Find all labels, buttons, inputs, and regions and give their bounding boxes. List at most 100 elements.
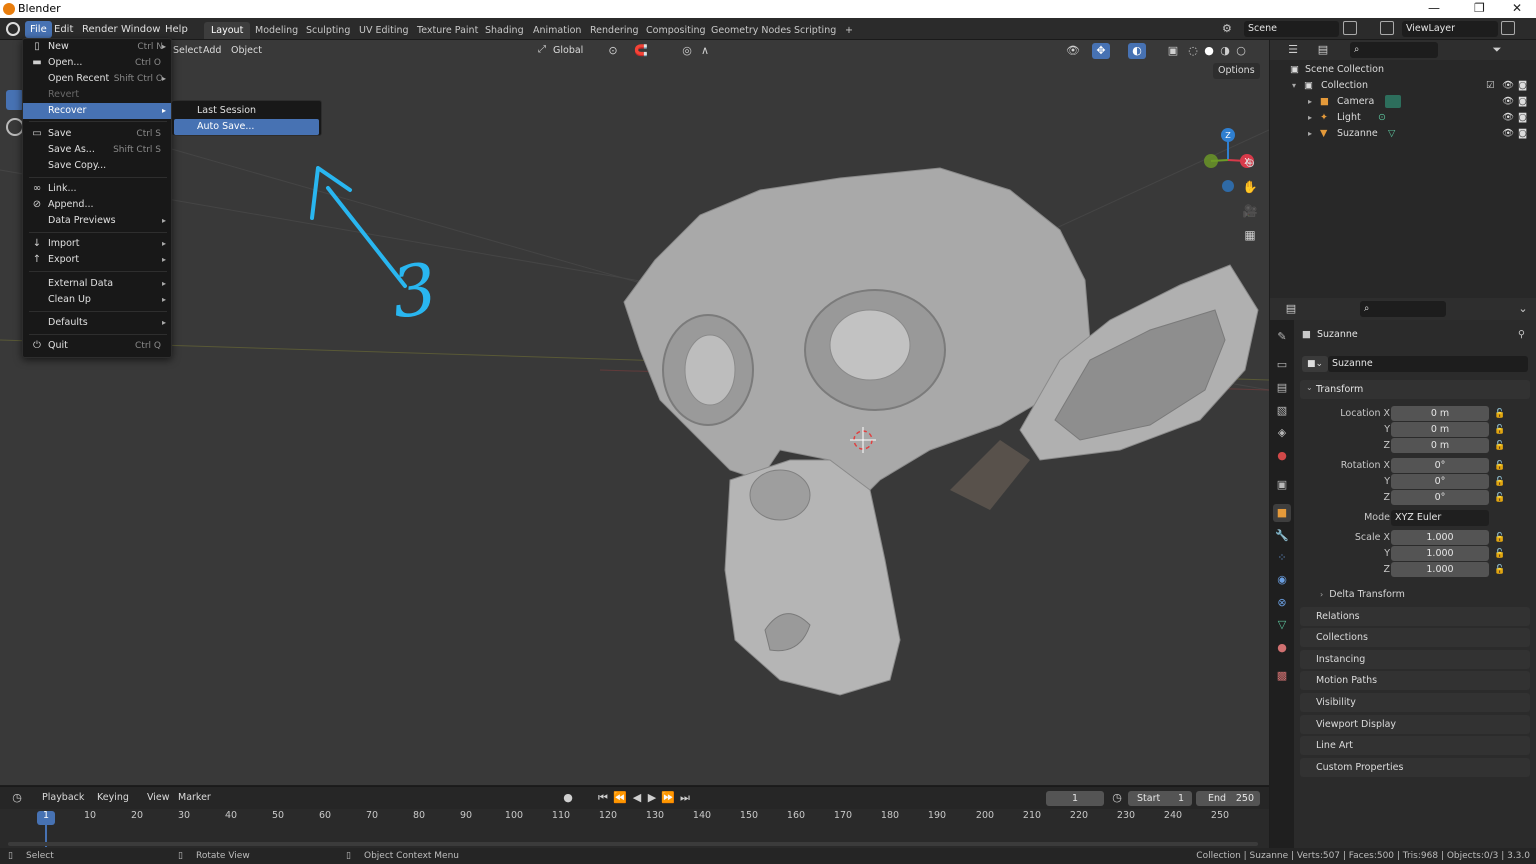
rotation-x-field[interactable]: 0° (1391, 458, 1489, 473)
gizmo-icon[interactable]: ✥ (1092, 43, 1110, 59)
material-tab-icon[interactable]: ● (1273, 639, 1291, 657)
modifier-tab-icon[interactable]: 🔧 (1273, 527, 1291, 545)
delta-transform-subpanel[interactable]: › Delta Transform (1320, 587, 1405, 603)
file-menu-external-data[interactable]: External Data ▸ (23, 276, 171, 292)
rendered-shading-icon[interactable]: ○ (1232, 43, 1250, 59)
next-keyframe-icon[interactable]: ⏩ (659, 790, 677, 806)
transform-panel-header[interactable]: Transform (1300, 380, 1530, 399)
chevron-down-icon[interactable]: ⌄ (1514, 301, 1532, 317)
panel-relations[interactable]: Relations (1300, 607, 1530, 626)
rotation-y-field[interactable]: 0° (1391, 474, 1489, 489)
current-frame-field[interactable]: 1 (1046, 791, 1104, 806)
location-z-field[interactable]: 0 m (1391, 438, 1489, 453)
new-view-layer-icon[interactable] (1501, 21, 1515, 35)
camera-data-icon[interactable] (1385, 95, 1401, 108)
properties-search-input[interactable]: ⌕ (1360, 301, 1446, 317)
camera-render-icon[interactable]: ◙ (1518, 78, 1527, 94)
camera-render-icon[interactable]: ◙ (1518, 110, 1527, 126)
scene-field[interactable]: Scene (1244, 21, 1339, 37)
panel-motion-paths[interactable]: Motion Paths (1300, 671, 1530, 690)
object-dropdown[interactable]: ■⌄ (1302, 356, 1328, 372)
outliner-scene-collection[interactable]: ▣ Scene Collection (1270, 62, 1536, 78)
lock-icon[interactable]: 🔓 🔓 🔓 (1494, 530, 1505, 578)
view-layer-icon[interactable] (1380, 21, 1394, 35)
menu-file[interactable]: File (25, 21, 52, 38)
display-mode-icon[interactable]: ▤ (1314, 42, 1332, 58)
playback-menu[interactable]: Playback (37, 790, 89, 806)
panel-collections[interactable]: Collections (1300, 628, 1530, 647)
file-menu-data-previews[interactable]: Data Previews ▸ (23, 213, 171, 229)
view-layer-tab-icon[interactable]: ▧ (1273, 402, 1291, 420)
jump-start-icon[interactable]: ⏮ (594, 790, 612, 806)
preview-range-icon[interactable]: ◷ (1108, 790, 1126, 806)
collection-tab-icon[interactable]: ▣ (1273, 476, 1291, 494)
scene-icon[interactable]: ⚙ (1222, 22, 1232, 35)
outliner-camera[interactable]: ▸ ■ Camera 👁 ◙ (1270, 94, 1536, 110)
file-menu-link[interactable]: ∞ Link... (23, 181, 171, 197)
mesh-data-icon[interactable]: ▽ (1388, 126, 1395, 142)
file-menu-save-copy[interactable]: Save Copy... (23, 158, 171, 174)
editor-type-icon[interactable]: ▤ (1282, 301, 1300, 317)
tab-compositing[interactable]: Compositing (639, 22, 713, 39)
light-data-icon[interactable]: ⊙ (1378, 110, 1386, 126)
pan-hand-icon[interactable]: ✋ (1241, 179, 1259, 195)
location-x-field[interactable]: 0 m (1391, 406, 1489, 421)
eye-icon[interactable]: 👁 (1502, 126, 1514, 142)
file-menu-save[interactable]: ▭ Save Ctrl S (23, 126, 171, 142)
lock-icon[interactable]: 🔓 🔓 🔓 (1494, 458, 1505, 506)
overlay-icon[interactable]: ◐ (1128, 43, 1146, 59)
tab-animation[interactable]: Animation (526, 22, 588, 39)
tab-texture-paint[interactable]: Texture Paint (410, 22, 485, 39)
scale-y-field[interactable]: 1.000 (1391, 546, 1489, 561)
tab-geometry-nodes[interactable]: Geometry Nodes (704, 22, 798, 39)
file-menu-new[interactable]: ▯ New Ctrl N ▸ (23, 39, 171, 55)
file-menu-import[interactable]: ↓ Import ▸ (23, 236, 171, 252)
file-menu-recover[interactable]: Recover ▸ (23, 103, 171, 119)
particles-tab-icon[interactable]: ⁘ (1273, 549, 1291, 567)
file-menu-defaults[interactable]: Defaults ▸ (23, 315, 171, 331)
options-dropdown[interactable]: Options (1213, 63, 1260, 79)
add-workspace-button[interactable]: + (838, 22, 860, 39)
restore-icon[interactable]: ❐ (1474, 1, 1485, 15)
panel-line-art[interactable]: Line Art (1300, 736, 1530, 755)
file-menu-append[interactable]: ⊘ Append... (23, 197, 171, 213)
file-menu-quit[interactable]: ⏻ Quit Ctrl Q (23, 338, 171, 354)
visibility-icon[interactable]: 👁 (1064, 43, 1082, 59)
scale-z-field[interactable]: 1.000 (1391, 562, 1489, 577)
eye-icon[interactable]: 👁 (1502, 110, 1514, 126)
end-frame-field[interactable]: End 250 (1196, 791, 1260, 806)
recover-last-session[interactable]: Last Session (172, 103, 321, 119)
view-layer-field[interactable]: ViewLayer (1402, 21, 1498, 37)
orientation-dropdown[interactable]: Global (548, 43, 588, 59)
texture-tab-icon[interactable]: ▩ (1273, 667, 1291, 685)
tab-uv-editing[interactable]: UV Editing (352, 22, 416, 39)
xray-icon[interactable]: ▣ (1164, 43, 1182, 59)
viewport-add-menu[interactable]: Add (198, 43, 226, 59)
perspective-grid-icon[interactable]: ▦ (1241, 227, 1259, 243)
zoom-icon[interactable]: ⊕ (1241, 155, 1259, 171)
location-y-field[interactable]: 0 m (1391, 422, 1489, 437)
tool-tab-icon[interactable]: ✎ (1273, 328, 1291, 346)
object-tab-icon[interactable]: ■ (1273, 504, 1291, 522)
outliner-suzanne[interactable]: ▸ ▼ Suzanne ▽ 👁 ◙ (1270, 126, 1536, 142)
constraints-tab-icon[interactable]: ⊗ (1273, 594, 1291, 612)
camera-view-icon[interactable]: 🎥 (1241, 203, 1259, 219)
start-frame-field[interactable]: Start 1 (1128, 791, 1192, 806)
3d-viewport[interactable]: Z X 3 Select Add Object ⤢ Global ⊙ 🧲 ◎ ∧… (0, 40, 1269, 785)
rotation-mode-dropdown[interactable]: XYZ Euler (1391, 510, 1489, 526)
blender-menu-icon[interactable] (6, 22, 20, 36)
snap-icon[interactable]: 🧲 (632, 43, 650, 59)
record-icon[interactable]: ● (559, 790, 577, 806)
menu-window[interactable]: Window (116, 21, 165, 38)
data-tab-icon[interactable]: ▽ (1273, 616, 1291, 634)
prev-keyframe-icon[interactable]: ⏪ (611, 790, 629, 806)
lock-icon[interactable]: 🔓 🔓 🔓 (1494, 406, 1505, 454)
tab-modeling[interactable]: Modeling (248, 22, 305, 39)
menu-edit[interactable]: Edit (49, 21, 78, 38)
rotation-z-field[interactable]: 0° (1391, 490, 1489, 505)
outliner-search-input[interactable]: ⌕ (1350, 42, 1438, 58)
scale-x-field[interactable]: 1.000 (1391, 530, 1489, 545)
tab-rendering[interactable]: Rendering (583, 22, 646, 39)
tab-layout[interactable]: Layout (204, 22, 251, 39)
filter-icon[interactable]: ⏷ (1488, 42, 1506, 58)
